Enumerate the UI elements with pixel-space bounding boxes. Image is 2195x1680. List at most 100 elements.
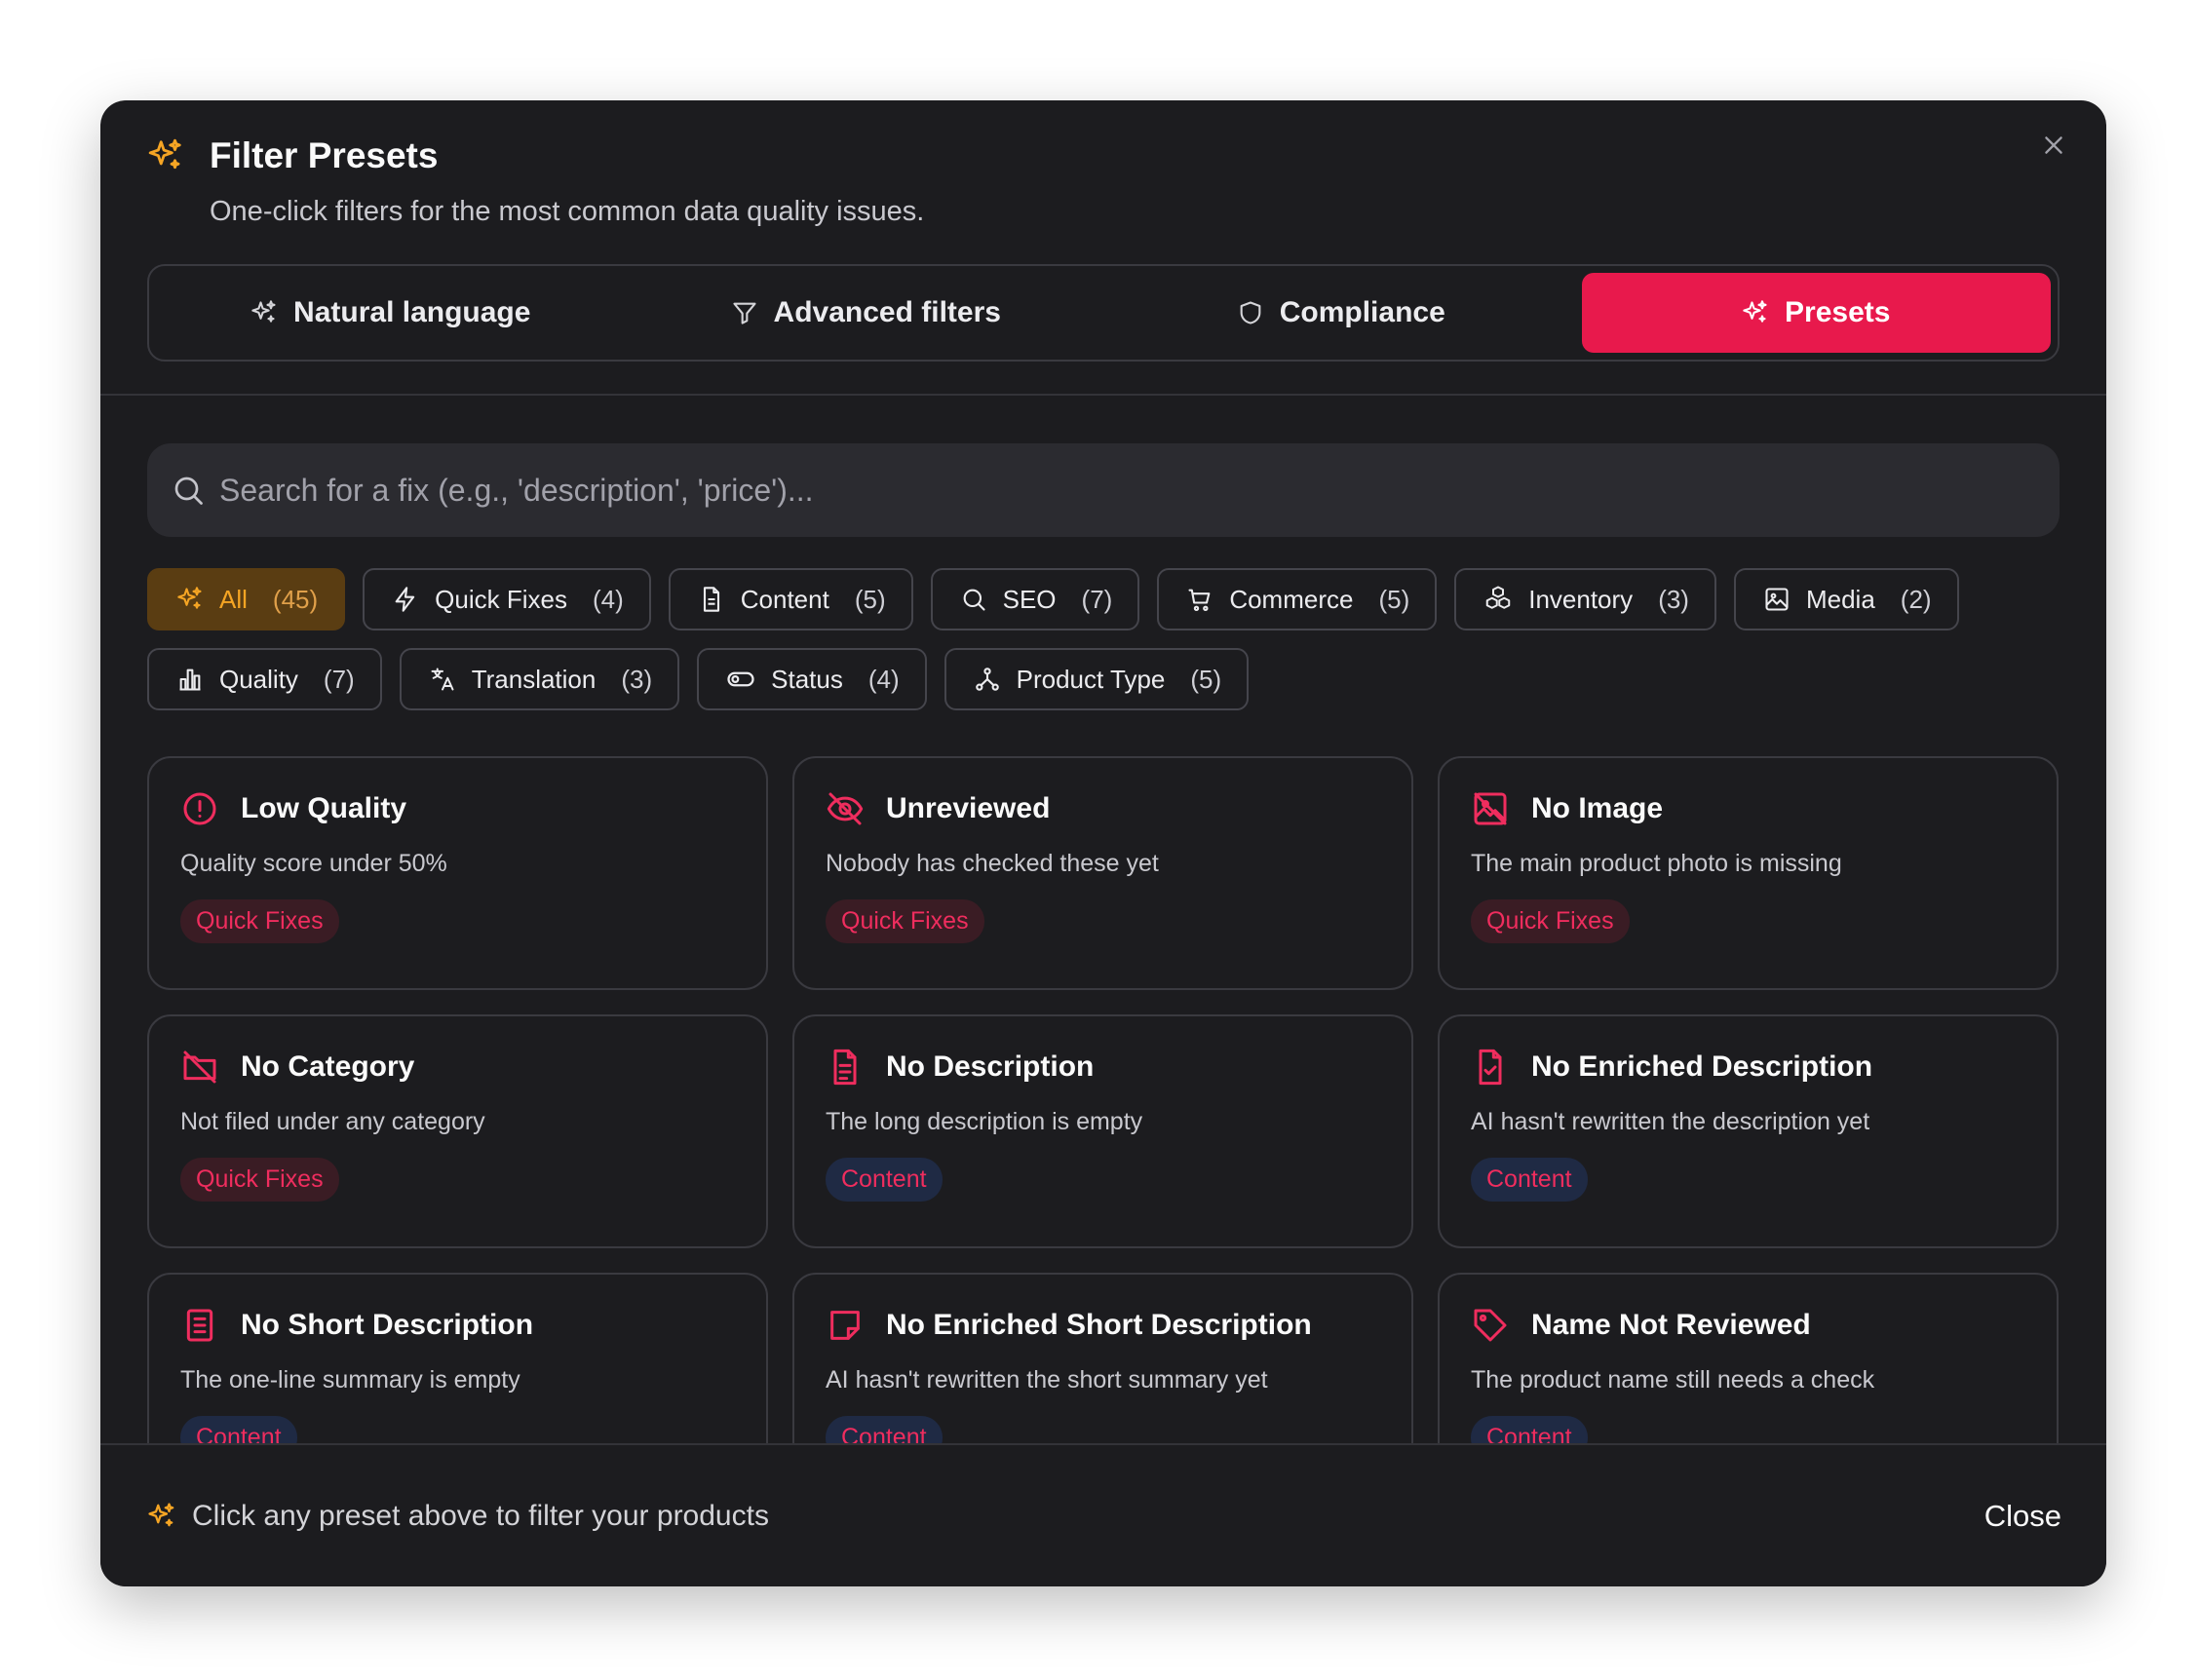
preset-description: AI hasn't rewritten the short summary ye… [826, 1366, 1268, 1394]
preset-tag: Content [826, 1416, 943, 1445]
preset-description: AI hasn't rewritten the description yet [1471, 1108, 1870, 1135]
tab-natural-language[interactable]: Natural language [156, 273, 626, 353]
category-filters: All (45) Quick Fixes (4) Content (5) SEO… [147, 568, 2060, 728]
tab-label: Natural language [293, 296, 531, 328]
preset-card-no-short-description[interactable]: No Short Description The one-line summar… [147, 1273, 768, 1445]
preset-tag: Content [826, 1158, 943, 1202]
preset-title: No Image [1531, 792, 1664, 824]
preset-title: No Description [886, 1050, 1095, 1083]
preset-title: No Enriched Description [1531, 1050, 1873, 1083]
toggle-icon [726, 665, 755, 694]
tab-label: Presets [1785, 296, 1891, 328]
preset-title: Unreviewed [886, 792, 1051, 824]
search-icon [171, 473, 206, 508]
shield-icon [1237, 299, 1264, 326]
dialog-subtitle: One-click filters for the most common da… [210, 196, 925, 227]
document-check-icon [1471, 1048, 1510, 1087]
chip-label: Inventory [1528, 584, 1634, 614]
category-chip-quick-fixes[interactable]: Quick Fixes (4) [363, 568, 651, 630]
preset-card-no-enriched-description[interactable]: No Enriched Description AI hasn't rewrit… [1438, 1014, 2059, 1248]
category-chip-product-type[interactable]: Product Type (5) [943, 648, 1250, 710]
footer-hint-text: Click any preset above to filter your pr… [192, 1499, 769, 1532]
chip-count: (45) [272, 584, 319, 614]
preset-card-name-not-reviewed[interactable]: Name Not Reviewed The product name still… [1438, 1273, 2059, 1445]
chip-label: Content [740, 584, 829, 614]
preset-tag: Content [1471, 1158, 1588, 1202]
preset-title: No Short Description [241, 1309, 534, 1341]
filter-presets-dialog: Filter Presets One-click filters for the… [100, 100, 2106, 1586]
close-icon[interactable] [2030, 122, 2077, 169]
dialog-header: Filter Presets One-click filters for the… [147, 135, 924, 228]
category-chip-media[interactable]: Media (2) [1733, 568, 1959, 630]
sparkles-icon [250, 299, 278, 326]
category-chip-status[interactable]: Status (4) [697, 648, 927, 710]
preset-card-no-image[interactable]: No Image The main product photo is missi… [1438, 756, 2059, 990]
category-chip-translation[interactable]: Translation (3) [399, 648, 680, 710]
chip-count: (3) [1658, 584, 1689, 614]
category-chip-quality[interactable]: Quality (7) [147, 648, 382, 710]
search-icon [960, 586, 987, 613]
chip-count: (7) [1081, 584, 1113, 614]
sticky-note-icon [826, 1306, 865, 1345]
chip-label: Quality [219, 664, 298, 694]
chip-label: Quick Fixes [435, 584, 567, 614]
chip-count: (7) [323, 664, 355, 694]
tab-advanced-filters[interactable]: Advanced filters [632, 273, 1101, 353]
category-chip-seo[interactable]: SEO (7) [930, 568, 1140, 630]
chip-count: (4) [867, 664, 900, 694]
dialog-footer: Click any preset above to filter your pr… [100, 1443, 2106, 1586]
funnel-icon [731, 299, 758, 326]
chip-label: Translation [471, 664, 597, 694]
document-text-icon [826, 1048, 865, 1087]
chip-label: Commerce [1229, 584, 1354, 614]
close-button[interactable]: Close [1984, 1499, 2061, 1534]
category-chip-all[interactable]: All (45) [147, 568, 346, 630]
preset-tag: Quick Fixes [180, 899, 339, 943]
folder-off-icon [180, 1048, 219, 1087]
translate-icon [429, 666, 456, 693]
preset-card-no-enriched-short-description[interactable]: No Enriched Short Description AI hasn't … [792, 1273, 1413, 1445]
sparkles-icon [147, 137, 184, 174]
header-divider [100, 394, 2106, 396]
bar-chart-icon [176, 666, 204, 693]
sparkles-icon [1742, 299, 1769, 326]
preset-card-no-description[interactable]: No Description The long description is e… [792, 1014, 1413, 1248]
chip-label: Media [1805, 584, 1875, 614]
sparkles-icon [147, 1502, 176, 1531]
preset-card-unreviewed[interactable]: Unreviewed Nobody has checked these yet … [792, 756, 1413, 990]
tab-label: Advanced filters [773, 296, 1001, 328]
preset-tag: Content [180, 1416, 297, 1445]
search-input[interactable] [219, 472, 2060, 509]
preset-description: The one-line summary is empty [180, 1366, 520, 1394]
cart-icon [1186, 586, 1213, 613]
preset-card-low-quality[interactable]: Low Quality Quality score under 50% Quic… [147, 756, 768, 990]
clipboard-icon [180, 1306, 219, 1345]
preset-card-no-category[interactable]: No Category Not filed under any category… [147, 1014, 768, 1248]
chip-count: (5) [1378, 584, 1410, 614]
chip-count: (3) [621, 664, 653, 694]
chip-label: SEO [1002, 584, 1057, 614]
preset-title: Name Not Reviewed [1531, 1309, 1811, 1341]
preset-tag: Content [1471, 1416, 1588, 1445]
category-chip-content[interactable]: Content (5) [668, 568, 913, 630]
preset-description: Not filed under any category [180, 1108, 485, 1135]
preset-title: No Enriched Short Description [886, 1309, 1312, 1341]
preset-title: No Category [241, 1050, 415, 1083]
dialog-title: Filter Presets [210, 135, 439, 175]
preset-list[interactable]: Low Quality Quality score under 50% Quic… [147, 756, 2060, 1445]
image-off-icon [1471, 789, 1510, 828]
tab-label: Compliance [1279, 296, 1445, 328]
network-icon [974, 666, 1001, 693]
preset-tag: Quick Fixes [180, 1158, 339, 1202]
category-chip-commerce[interactable]: Commerce (5) [1157, 568, 1438, 630]
tab-compliance[interactable]: Compliance [1106, 273, 1576, 353]
chip-count: (4) [592, 584, 624, 614]
chip-label: Product Type [1016, 664, 1166, 694]
chip-count: (5) [854, 584, 886, 614]
preset-tag: Quick Fixes [1471, 899, 1630, 943]
eye-off-icon [826, 789, 865, 828]
tab-presets[interactable]: Presets [1581, 273, 2051, 353]
preset-description: The product name still needs a check [1471, 1366, 1875, 1394]
preset-description: Quality score under 50% [180, 850, 447, 877]
category-chip-inventory[interactable]: Inventory (3) [1454, 568, 1716, 630]
